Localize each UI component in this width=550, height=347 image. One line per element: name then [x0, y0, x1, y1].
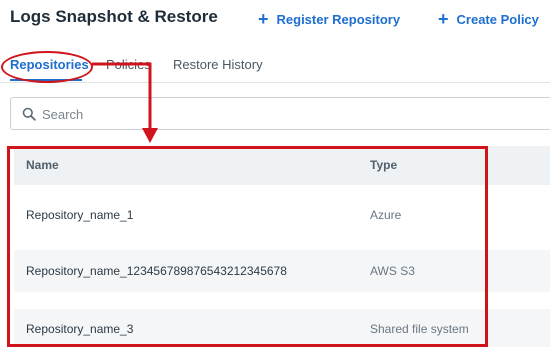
plus-icon: + — [258, 9, 269, 29]
column-header-type[interactable]: Type — [370, 158, 397, 172]
register-repository-label: Register Repository — [276, 11, 401, 27]
register-repository-button[interactable]: + Register Repository — [258, 9, 400, 29]
repositories-table: Name Type — [14, 146, 550, 185]
page-header: Logs Snapshot & Restore + Register Repos… — [0, 0, 550, 40]
tab-restore-history[interactable]: Restore History — [173, 57, 263, 72]
create-policy-button[interactable]: + Create Policy — [438, 9, 539, 29]
search-icon — [22, 107, 36, 121]
column-header-name[interactable]: Name — [26, 158, 59, 172]
cell-type: Azure — [370, 208, 402, 222]
cell-name: Repository_name_3 — [26, 322, 134, 336]
table-row[interactable]: Repository_name_1 Azure — [14, 198, 550, 231]
page-title: Logs Snapshot & Restore — [10, 7, 218, 26]
search-input[interactable] — [42, 104, 522, 124]
cell-name: Repository_name_1 — [26, 208, 134, 222]
plus-icon: + — [438, 9, 449, 29]
tabs-divider — [0, 82, 550, 83]
cell-name: Repository_name_12345678987654321234567​… — [26, 264, 287, 278]
table-row[interactable]: Repository_name_3 Shared file system — [14, 309, 550, 347]
cell-type: Shared file system — [370, 322, 469, 336]
tab-repositories[interactable]: Repositories — [10, 57, 89, 72]
table-header-row: Name Type — [14, 146, 550, 185]
table-row[interactable]: Repository_name_12345678987654321234567​… — [14, 250, 550, 292]
tab-policies[interactable]: Policies — [106, 57, 151, 72]
tab-bar: Repositories Policies Restore History — [0, 48, 550, 82]
cell-type: AWS S3 — [370, 264, 415, 278]
create-policy-label: Create Policy — [456, 11, 539, 27]
active-tab-indicator — [10, 79, 82, 81]
search-box[interactable] — [10, 97, 550, 130]
